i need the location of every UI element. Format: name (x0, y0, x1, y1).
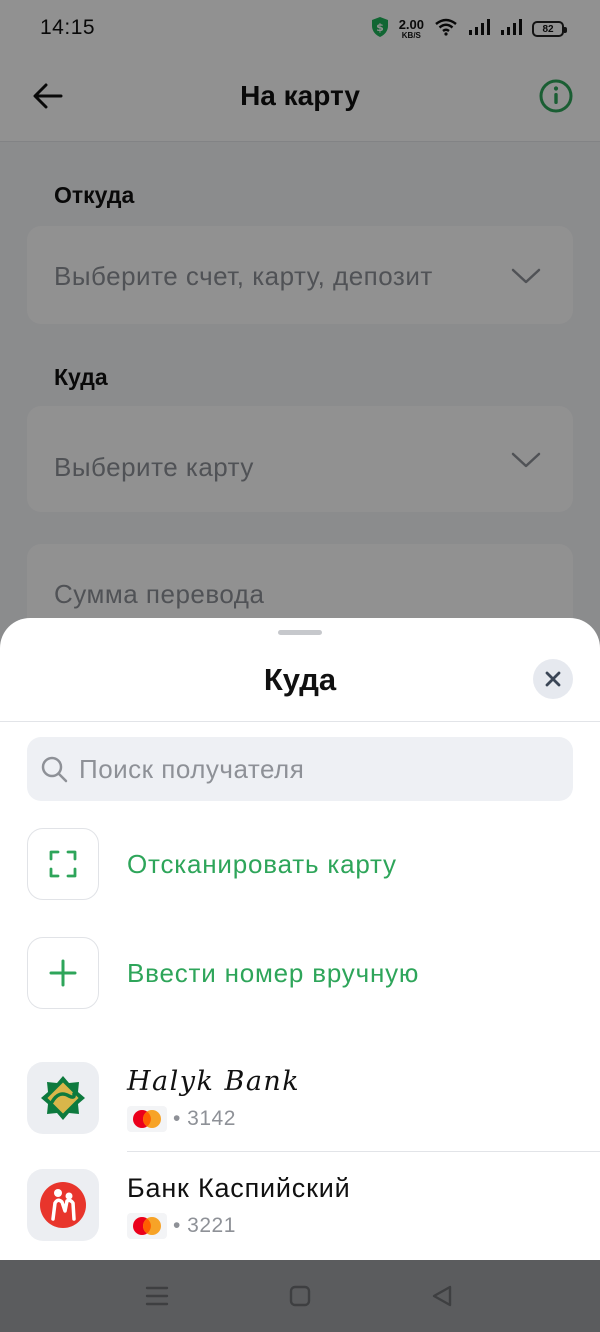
enter-number-button[interactable]: Ввести номер вручную (27, 937, 573, 1009)
kaspi-bank-logo (27, 1169, 99, 1241)
saved-card-row[interactable]: Halyk Bank • 3142 (27, 1062, 600, 1136)
saved-card-row[interactable]: Банк Каспийский • 3221 (27, 1169, 600, 1243)
system-nav-bar (0, 1260, 600, 1332)
search-box[interactable] (27, 737, 573, 801)
sheet-divider (0, 721, 600, 722)
home-button[interactable] (286, 1282, 314, 1310)
mastercard-icon (127, 1213, 167, 1239)
bank-name: Банк Каспийский (127, 1173, 351, 1203)
recipient-sheet: Куда Отсканировать карту Ввести номер вр… (0, 618, 600, 1260)
back-triangle-icon (432, 1285, 452, 1307)
scan-card-button[interactable]: Отсканировать карту (27, 828, 573, 900)
plus-icon (49, 959, 77, 987)
home-icon (289, 1285, 311, 1307)
card-number: • 3221 (173, 1214, 236, 1237)
mastercard-icon (127, 1106, 167, 1132)
scan-card-label: Отсканировать карту (127, 848, 397, 879)
close-icon (545, 671, 561, 687)
bank-name: Halyk Bank (127, 1066, 301, 1097)
sheet-title: Куда (263, 662, 337, 697)
menu-icon (145, 1286, 169, 1306)
card-meta: • 3142 (127, 1106, 236, 1132)
scan-icon-box (27, 828, 99, 900)
search-icon (41, 756, 68, 783)
card-meta: • 3221 (127, 1213, 236, 1239)
system-back-button[interactable] (428, 1282, 456, 1310)
scan-frame-icon (49, 850, 77, 878)
sheet-handle[interactable] (278, 630, 322, 635)
row-divider (127, 1151, 600, 1152)
search-input[interactable] (79, 737, 559, 801)
halyk-bank-logo (27, 1062, 99, 1134)
card-number: • 3142 (173, 1107, 236, 1130)
close-button[interactable] (533, 659, 573, 699)
enter-number-label: Ввести номер вручную (127, 957, 420, 988)
plus-icon-box (27, 937, 99, 1009)
menu-button[interactable] (143, 1282, 171, 1310)
